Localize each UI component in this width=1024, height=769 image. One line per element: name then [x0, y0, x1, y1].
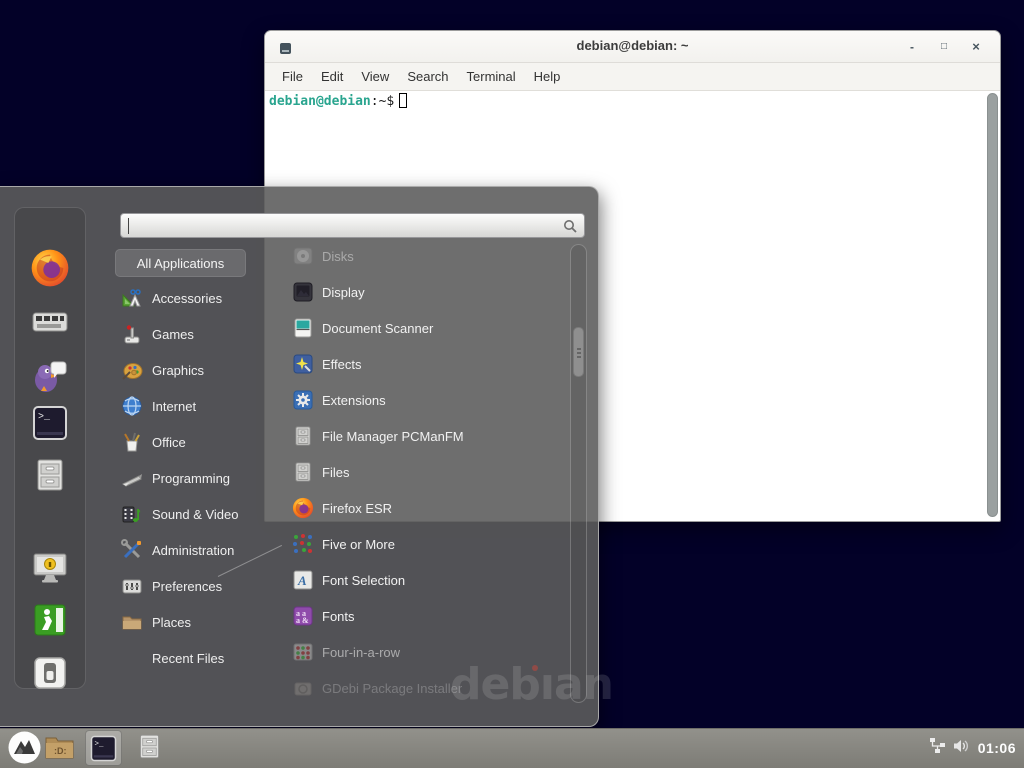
menu-search-box [120, 213, 585, 238]
app-firefox-esr[interactable]: Firefox ESR [292, 490, 562, 526]
extensions-icon [292, 389, 314, 411]
taskbar-clock[interactable]: 01:06 [978, 740, 1016, 756]
terminal-cursor [399, 93, 407, 108]
menu-view[interactable]: View [352, 65, 398, 88]
terminal-titlebar[interactable]: debian@debian: ~ - □ × [265, 31, 1000, 63]
svg-text:A: A [297, 573, 307, 588]
terminal-title: debian@debian: ~ [265, 38, 1000, 53]
search-icon [563, 219, 577, 238]
document-scanner-icon [292, 317, 314, 339]
four-in-a-row-icon [292, 641, 314, 663]
app-file-manager-pcmanfm[interactable]: File Manager PCManFM [292, 418, 562, 454]
app-files[interactable]: Files [292, 454, 562, 490]
gdebi-icon [292, 677, 314, 699]
scrollbar-grip [577, 356, 581, 358]
app-document-scanner[interactable]: Document Scanner [292, 310, 562, 346]
app-label: Effects [322, 357, 362, 372]
effects-icon [292, 353, 314, 375]
app-disks[interactable]: Disks [292, 238, 562, 274]
display-icon [292, 281, 314, 303]
app-label: Five or More [322, 537, 395, 552]
terminal-launcher[interactable]: >_ [85, 730, 122, 766]
network-icon[interactable] [929, 737, 946, 759]
menu-terminal[interactable]: Terminal [458, 65, 525, 88]
debian-watermark: debıan [450, 659, 613, 710]
app-label: Fonts [322, 609, 355, 624]
app-label: Firefox ESR [322, 501, 392, 516]
menu-help[interactable]: Help [525, 65, 570, 88]
svg-text:a &: a & [296, 616, 309, 625]
debian-red-dot [532, 665, 538, 671]
scrollbar-grip [577, 348, 581, 350]
prompt-user: debian@debian [269, 94, 371, 109]
menu-search[interactable]: Search [398, 65, 457, 88]
menu-file[interactable]: File [273, 65, 312, 88]
five-or-more-icon [292, 533, 314, 555]
folder-icon: :D: [44, 733, 75, 761]
files-icon [292, 461, 314, 483]
file-manager-icon [292, 425, 314, 447]
applications-list: Disks Display Document Scanner Effects E… [0, 238, 599, 703]
menu-edit[interactable]: Edit [312, 65, 352, 88]
firefox-icon [292, 497, 314, 519]
prompt-suffix: :~$ [371, 94, 394, 109]
watermark-text: an [554, 659, 613, 710]
svg-text:>_: >_ [95, 740, 105, 748]
file-manager-launcher[interactable]: :D: [44, 733, 75, 766]
watermark-text: ı [540, 659, 554, 710]
maximize-button[interactable]: □ [934, 37, 954, 57]
svg-text::D:: :D: [54, 746, 67, 756]
terminal-icon: >_ [90, 735, 117, 762]
app-fonts[interactable]: a aa & Fonts [292, 598, 562, 634]
files-launcher[interactable] [136, 732, 163, 766]
app-display[interactable]: Display [292, 274, 562, 310]
menu-button[interactable] [8, 731, 41, 769]
menu-button-icon [8, 731, 41, 764]
app-label: Disks [322, 249, 354, 264]
app-label: File Manager PCManFM [322, 429, 464, 444]
app-label: Extensions [322, 393, 386, 408]
app-extensions[interactable]: Extensions [292, 382, 562, 418]
app-effects[interactable]: Effects [292, 346, 562, 382]
minimize-button[interactable]: - [902, 37, 922, 57]
font-selection-icon: A [292, 569, 314, 591]
app-label: GDebi Package Installer [322, 681, 462, 696]
terminal-menubar: File Edit View Search Terminal Help [265, 63, 1000, 91]
scrollbar-grip [577, 352, 581, 354]
close-button[interactable]: × [966, 37, 986, 57]
app-label: Four-in-a-row [322, 645, 400, 660]
app-five-or-more[interactable]: Five or More [292, 526, 562, 562]
watermark-text: deb [450, 659, 540, 710]
text-caret [128, 218, 129, 234]
file-cabinet-icon [136, 732, 163, 761]
app-label: Display [322, 285, 365, 300]
app-label: Files [322, 465, 349, 480]
disks-icon [292, 245, 314, 267]
terminal-scrollbar[interactable] [987, 93, 998, 517]
app-font-selection[interactable]: A Font Selection [292, 562, 562, 598]
menu-scrollbar-track[interactable] [570, 244, 587, 703]
system-tray: 01:06 [929, 728, 1024, 768]
app-label: Document Scanner [322, 321, 433, 336]
fonts-icon: a aa & [292, 605, 314, 627]
menu-scrollbar-thumb[interactable] [573, 327, 584, 377]
menu-search-input[interactable] [121, 214, 584, 237]
shell-prompt: debian@debian:~$ [269, 93, 407, 109]
applications-menu: >_ All Applications Accessories Games [0, 186, 599, 727]
app-label: Font Selection [322, 573, 405, 588]
volume-icon[interactable] [953, 738, 971, 759]
